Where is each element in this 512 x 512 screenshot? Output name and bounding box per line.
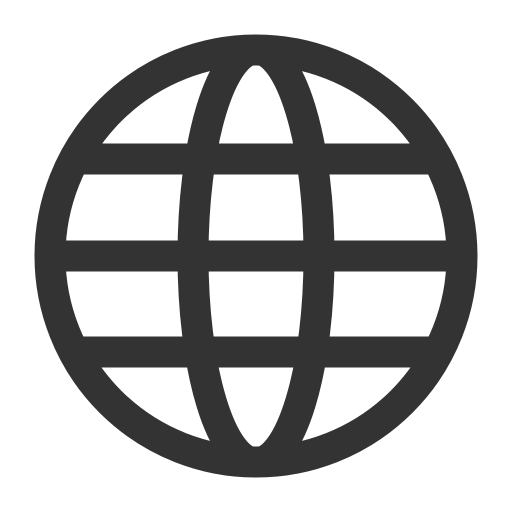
- icon-canvas: [0, 0, 512, 512]
- globe-icon: [34, 34, 478, 478]
